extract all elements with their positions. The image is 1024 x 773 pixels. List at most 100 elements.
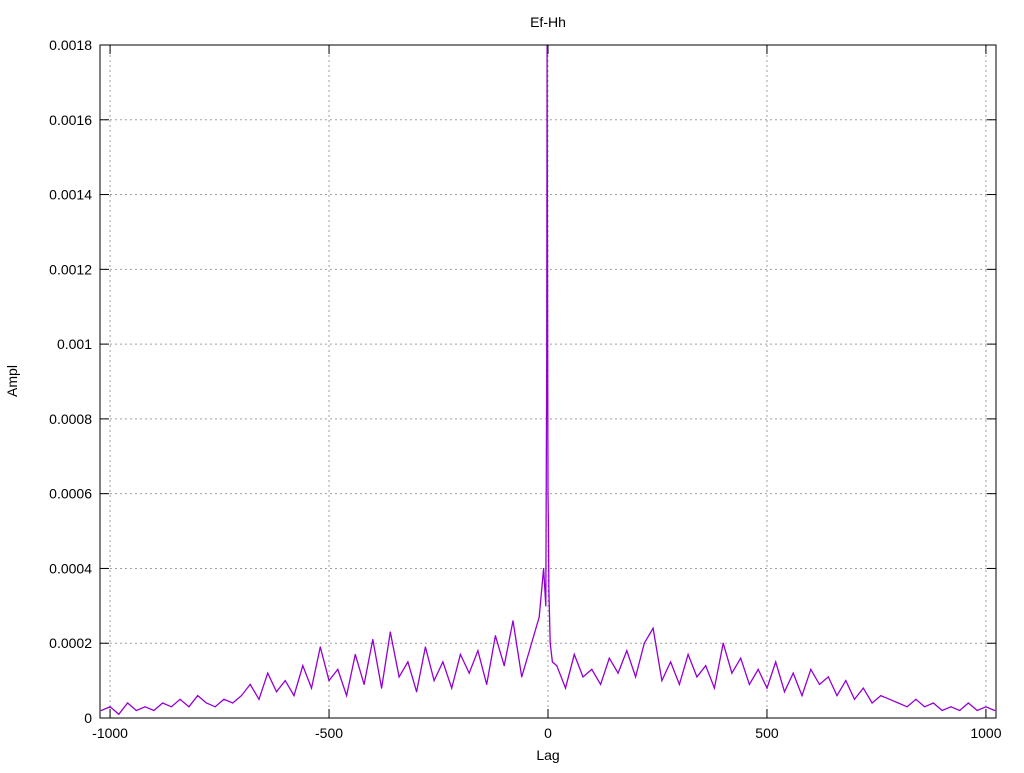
data-point (328, 680, 330, 682)
x-tick-label: 1000 (970, 725, 1001, 741)
data-point (477, 650, 479, 652)
data-point (284, 680, 286, 682)
data-point (731, 672, 733, 674)
data-point (372, 638, 374, 641)
data-point (836, 694, 838, 697)
y-tick-label: 0.0016 (49, 112, 92, 128)
x-tick-label: 0 (544, 725, 552, 741)
data-point (810, 668, 812, 670)
data-point (205, 702, 208, 704)
data-point (985, 706, 987, 708)
data-point (546, 313, 549, 315)
series-layer (100, 44, 996, 716)
y-tick-label: 0.0008 (49, 411, 92, 427)
data-point (433, 680, 435, 682)
data-point (424, 646, 426, 648)
data-point (713, 687, 716, 689)
data-point (950, 706, 952, 708)
data-point (197, 694, 199, 697)
data-point (722, 642, 724, 644)
data-point (661, 680, 663, 682)
x-tick-label: -500 (315, 725, 343, 741)
data-point (214, 706, 216, 708)
data-point (599, 683, 602, 685)
data-point (670, 661, 672, 663)
data-point (827, 676, 829, 678)
data-point (126, 702, 129, 704)
data-point (223, 698, 225, 700)
data-point (363, 683, 365, 685)
data-point (547, 522, 550, 525)
data-point (924, 706, 926, 708)
data-point (546, 362, 548, 364)
data-point (783, 691, 786, 693)
data-point (591, 668, 593, 670)
data-point (451, 687, 453, 689)
ticks: -1000 -500 0 500 1000 0 0.0002 0.0004 0.0006 0.00… (49, 37, 1002, 741)
data-point (818, 683, 821, 685)
data-point (634, 676, 637, 678)
data-point (915, 698, 917, 700)
data-point (556, 665, 558, 667)
data-point (389, 631, 391, 633)
data-point (766, 687, 768, 689)
y-tick-label: 0.0014 (49, 187, 92, 203)
data-point (380, 687, 383, 689)
data-point (678, 683, 680, 685)
y-tick-label: 0.001 (57, 336, 92, 352)
data-point (652, 627, 654, 629)
data-point (144, 706, 146, 708)
data-point (880, 694, 882, 697)
data-point (162, 702, 164, 704)
data-point (188, 706, 190, 708)
data-point (258, 698, 260, 700)
data-point (941, 709, 943, 712)
data-point (337, 668, 339, 670)
data-point (512, 620, 514, 622)
data-point (564, 687, 567, 689)
y-tick-label: 0.0004 (49, 560, 92, 576)
data-point (407, 661, 409, 663)
data-point (486, 683, 488, 685)
data-point (529, 646, 532, 648)
data-point (608, 657, 610, 659)
data-point (994, 709, 996, 712)
data-point (740, 657, 742, 659)
data-point (932, 702, 934, 704)
data-point (888, 698, 891, 700)
data-point (967, 702, 970, 704)
y-axis-label: Ampl (4, 365, 20, 397)
data-point (240, 694, 243, 697)
data-point (757, 668, 759, 670)
data-point (897, 702, 899, 704)
data-point (853, 698, 856, 700)
y-tick-label: 0.0002 (49, 635, 92, 651)
data-point (775, 661, 777, 663)
data-point (871, 702, 873, 704)
x-tick-label: -1000 (92, 725, 128, 741)
data-point (494, 635, 497, 637)
data-point (543, 567, 545, 570)
data-point (100, 709, 102, 712)
data-point (959, 709, 961, 712)
data-point (275, 691, 278, 693)
data-point (459, 653, 462, 656)
data-point (267, 672, 269, 674)
data-point (538, 616, 540, 618)
data-point (118, 713, 120, 715)
data-point (293, 694, 295, 697)
data-point (643, 642, 645, 644)
data-point (573, 653, 575, 656)
data-point (310, 687, 313, 689)
data-point (398, 676, 400, 678)
data-point (748, 683, 751, 685)
data-point (792, 672, 794, 674)
data-point (319, 646, 321, 648)
data-point (801, 694, 803, 697)
data-point (696, 676, 698, 678)
data-point (153, 709, 155, 712)
data-point (549, 642, 551, 644)
data-point (442, 661, 444, 663)
data-point (582, 676, 584, 678)
data-point (976, 709, 978, 712)
